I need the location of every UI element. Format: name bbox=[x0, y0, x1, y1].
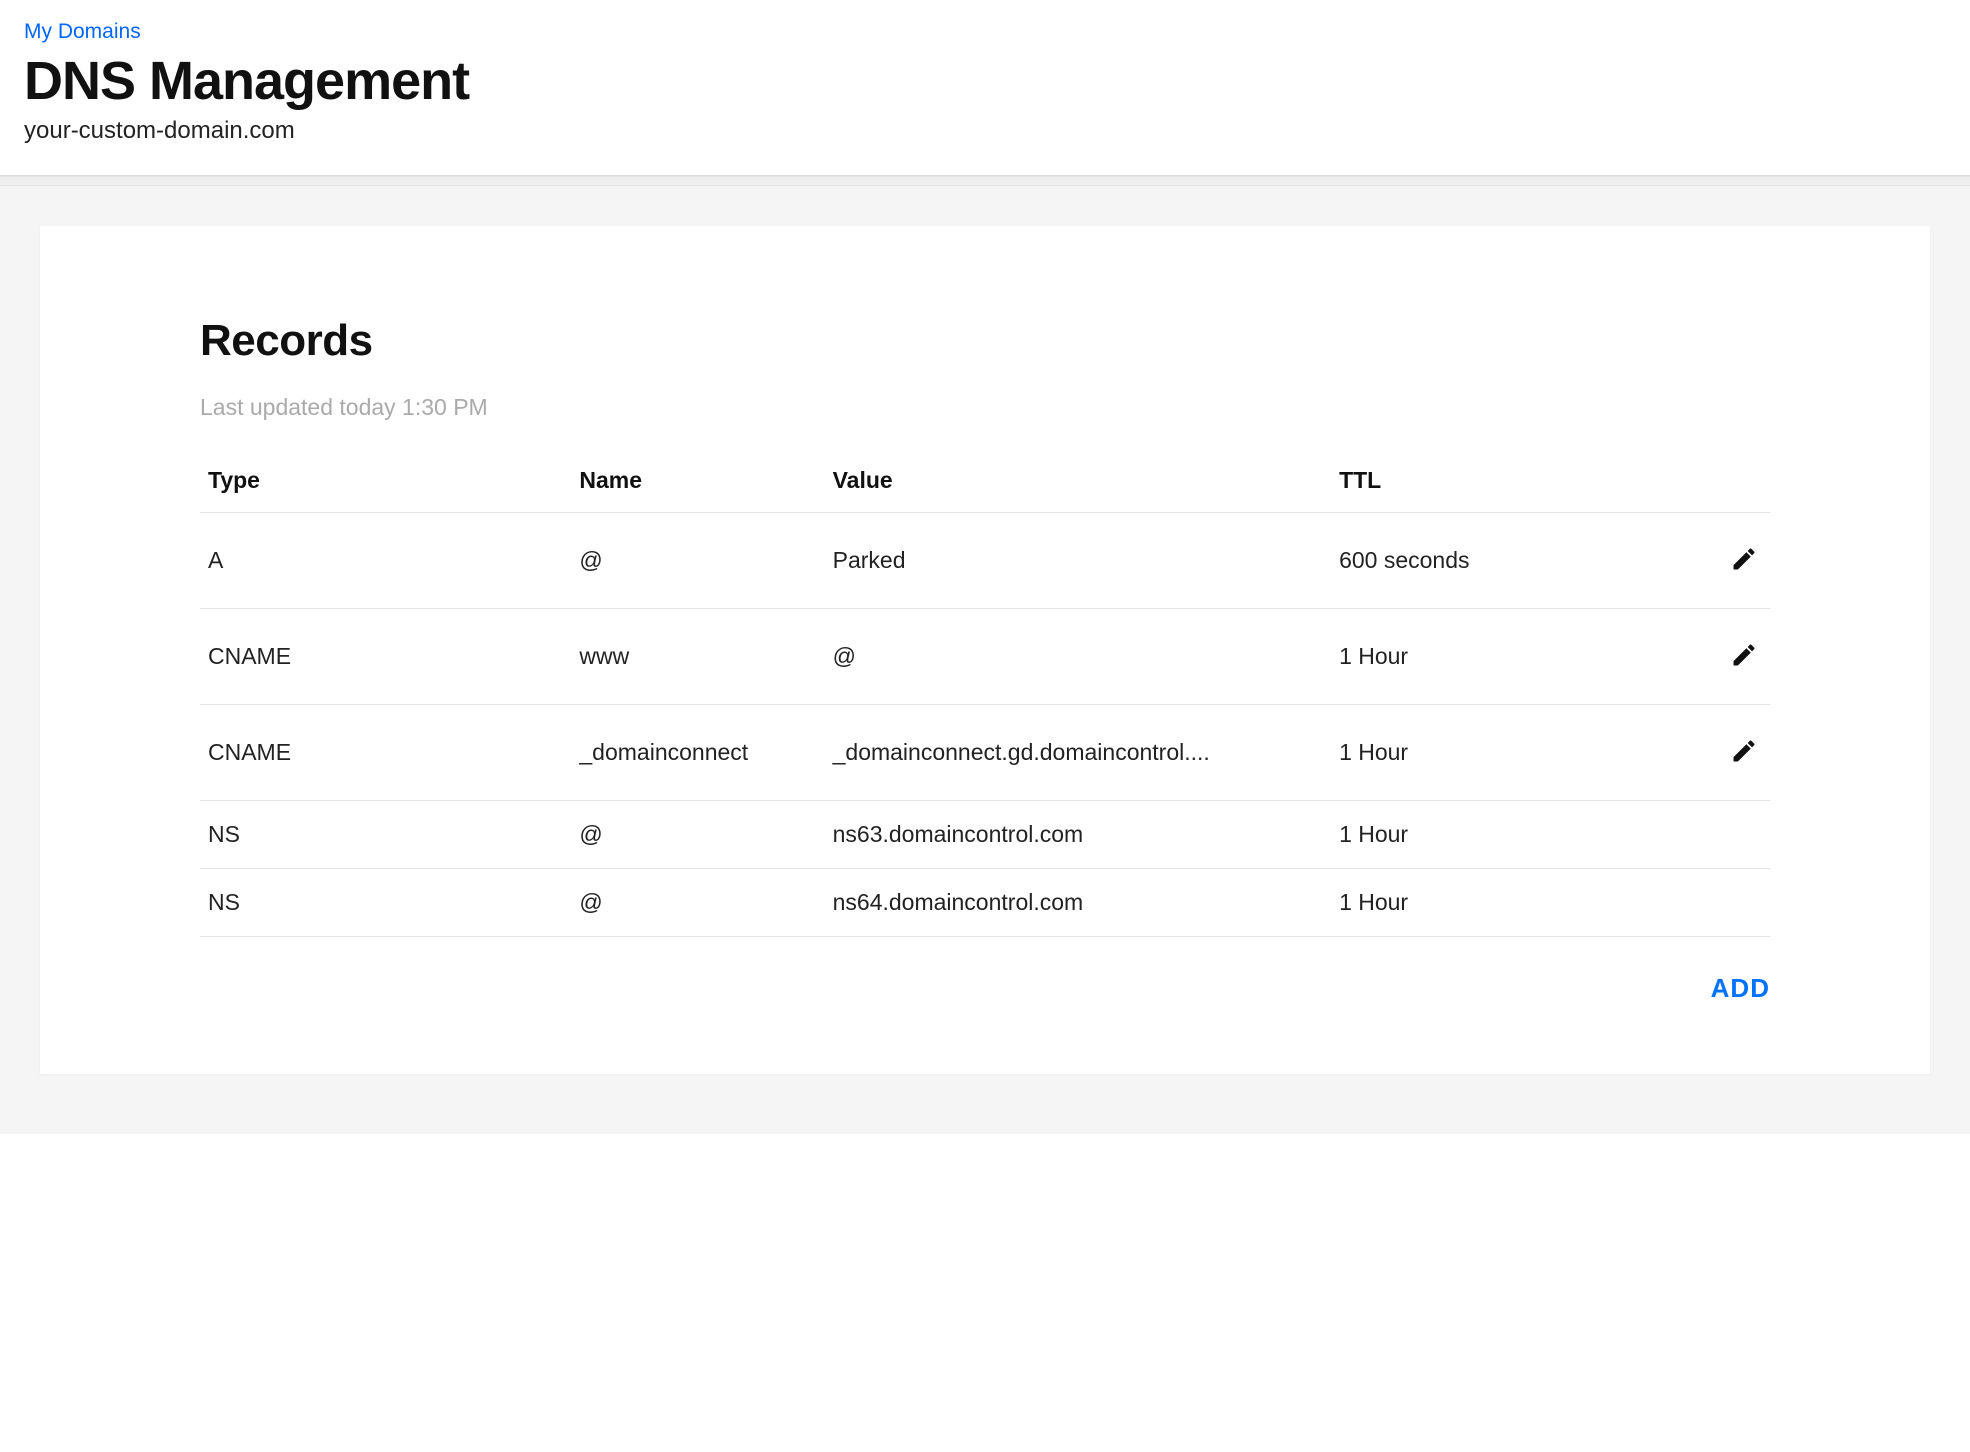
cell-ttl: 1 Hour bbox=[1331, 609, 1635, 705]
column-header-action bbox=[1635, 453, 1770, 513]
cell-name: @ bbox=[571, 869, 824, 937]
pencil-icon bbox=[1730, 737, 1758, 768]
cell-ttl: 1 Hour bbox=[1331, 869, 1635, 937]
edit-record-button[interactable] bbox=[1726, 637, 1762, 676]
cell-value: Parked bbox=[825, 513, 1331, 609]
column-header-value: Value bbox=[825, 453, 1331, 513]
cell-name: @ bbox=[571, 801, 824, 869]
cell-name: www bbox=[571, 609, 824, 705]
cell-type: CNAME bbox=[200, 705, 571, 801]
edit-record-button[interactable] bbox=[1726, 541, 1762, 580]
table-row: NS@ns63.domaincontrol.com1 Hour bbox=[200, 801, 1770, 869]
cell-action bbox=[1635, 609, 1770, 705]
cell-type: A bbox=[200, 513, 571, 609]
records-table: Type Name Value TTL A@Parked600 secondsC… bbox=[200, 453, 1770, 937]
cell-ttl: 1 Hour bbox=[1331, 801, 1635, 869]
page-title: DNS Management bbox=[24, 52, 1946, 111]
records-title: Records bbox=[200, 316, 1770, 366]
divider bbox=[0, 176, 1970, 186]
cell-value: @ bbox=[825, 609, 1331, 705]
add-record-button[interactable]: ADD bbox=[1711, 973, 1770, 1004]
pencil-icon bbox=[1730, 545, 1758, 576]
cell-action bbox=[1635, 801, 1770, 869]
cell-name: _domainconnect bbox=[571, 705, 824, 801]
cell-value: ns63.domaincontrol.com bbox=[825, 801, 1331, 869]
cell-value: _domainconnect.gd.domaincontrol.... bbox=[825, 705, 1331, 801]
cell-name: @ bbox=[571, 513, 824, 609]
cell-action bbox=[1635, 513, 1770, 609]
table-row: CNAMEwww@1 Hour bbox=[200, 609, 1770, 705]
cell-type: NS bbox=[200, 869, 571, 937]
column-header-name: Name bbox=[571, 453, 824, 513]
pencil-icon bbox=[1730, 641, 1758, 672]
table-row: NS@ns64.domaincontrol.com1 Hour bbox=[200, 869, 1770, 937]
cell-ttl: 600 seconds bbox=[1331, 513, 1635, 609]
cell-action bbox=[1635, 705, 1770, 801]
records-card: Records Last updated today 1:30 PM Type … bbox=[40, 226, 1930, 1074]
table-row: CNAME_domainconnect_domainconnect.gd.dom… bbox=[200, 705, 1770, 801]
column-header-type: Type bbox=[200, 453, 571, 513]
cell-ttl: 1 Hour bbox=[1331, 705, 1635, 801]
content-area: Records Last updated today 1:30 PM Type … bbox=[0, 186, 1970, 1134]
header-section: My Domains DNS Management your-custom-do… bbox=[0, 0, 1970, 176]
cell-action bbox=[1635, 869, 1770, 937]
cell-type: NS bbox=[200, 801, 571, 869]
column-header-ttl: TTL bbox=[1331, 453, 1635, 513]
domain-subtitle: your-custom-domain.com bbox=[24, 117, 1946, 145]
breadcrumb-link[interactable]: My Domains bbox=[24, 20, 141, 44]
cell-value: ns64.domaincontrol.com bbox=[825, 869, 1331, 937]
last-updated-text: Last updated today 1:30 PM bbox=[200, 394, 1770, 421]
edit-record-button[interactable] bbox=[1726, 733, 1762, 772]
table-row: A@Parked600 seconds bbox=[200, 513, 1770, 609]
cell-type: CNAME bbox=[200, 609, 571, 705]
